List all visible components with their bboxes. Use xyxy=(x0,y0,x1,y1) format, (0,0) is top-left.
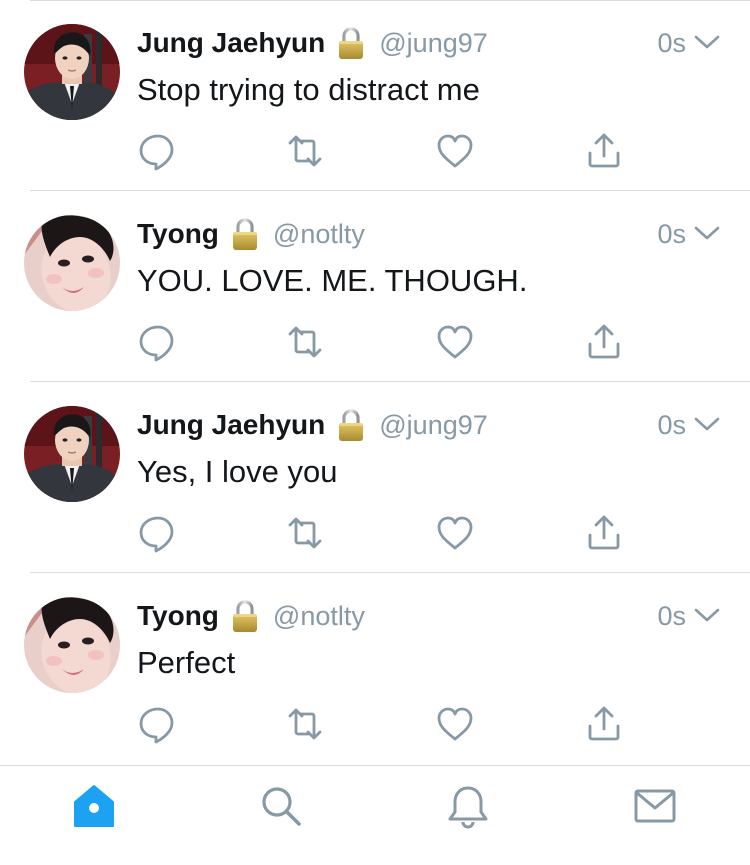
timeline[interactable]: Jung Jaehyun @jung97 0s Stop trying to d… xyxy=(0,0,750,765)
share-button[interactable] xyxy=(584,324,624,364)
handle[interactable]: @notlty xyxy=(273,601,365,632)
like-button[interactable] xyxy=(435,133,475,173)
like-button[interactable] xyxy=(435,515,475,555)
reply-button[interactable] xyxy=(136,706,176,746)
lock-icon xyxy=(231,599,259,633)
reply-icon xyxy=(136,322,176,367)
search-icon xyxy=(257,782,305,835)
chevron-down-icon[interactable] xyxy=(694,225,720,241)
share-button[interactable] xyxy=(584,133,624,173)
retweet-button[interactable] xyxy=(285,515,325,555)
lock-icon xyxy=(337,26,365,60)
tab-notifications[interactable] xyxy=(444,784,492,832)
timestamp: 0s xyxy=(657,28,686,58)
like-icon xyxy=(435,704,475,749)
lock-icon xyxy=(231,217,259,251)
chevron-down-icon[interactable] xyxy=(694,416,720,432)
tweet-header: Jung Jaehyun @jung97 xyxy=(137,406,488,444)
display-name[interactable]: Tyong xyxy=(137,218,219,250)
tweet-text: Stop trying to distract me xyxy=(137,72,480,107)
display-name[interactable]: Tyong xyxy=(137,600,219,632)
twitter-app: Jung Jaehyun @jung97 0s Stop trying to d… xyxy=(0,0,750,865)
reply-button[interactable] xyxy=(136,515,176,555)
tweet[interactable]: Tyong @notlty 0s YOU. LOVE. ME. THOUGH. xyxy=(0,191,750,382)
handle[interactable]: @jung97 xyxy=(379,410,488,441)
retweet-button[interactable] xyxy=(285,133,325,173)
chevron-down-icon[interactable] xyxy=(694,34,720,50)
like-icon xyxy=(435,513,475,558)
display-name[interactable]: Jung Jaehyun xyxy=(137,409,325,441)
tweet-header: Tyong @notlty xyxy=(137,215,365,253)
retweet-icon xyxy=(285,513,325,558)
home-icon xyxy=(70,782,118,835)
tweet-text: YOU. LOVE. ME. THOUGH. xyxy=(137,263,528,298)
tweet-text: Yes, I love you xyxy=(137,454,338,489)
like-icon xyxy=(435,131,475,176)
tab-search[interactable] xyxy=(257,784,305,832)
chevron-down-icon[interactable] xyxy=(694,607,720,623)
like-button[interactable] xyxy=(435,324,475,364)
display-name[interactable]: Jung Jaehyun xyxy=(137,27,325,59)
tweet[interactable]: Tyong @notlty 0s Perfect xyxy=(0,573,750,764)
share-button[interactable] xyxy=(584,706,624,746)
retweet-button[interactable] xyxy=(285,324,325,364)
tweet[interactable]: Jung Jaehyun @jung97 0s Stop trying to d… xyxy=(0,0,750,191)
tweet-text: Perfect xyxy=(137,645,236,680)
messages-icon xyxy=(631,782,679,835)
timestamp: 0s xyxy=(657,410,686,440)
lock-icon xyxy=(337,408,365,442)
reply-button[interactable] xyxy=(136,133,176,173)
like-button[interactable] xyxy=(435,706,475,746)
avatar[interactable] xyxy=(24,597,120,693)
retweet-icon xyxy=(285,322,325,367)
handle[interactable]: @jung97 xyxy=(379,28,488,59)
share-icon xyxy=(584,513,624,558)
share-button[interactable] xyxy=(584,515,624,555)
timestamp: 0s xyxy=(657,219,686,249)
notifications-icon xyxy=(444,782,492,835)
tweet[interactable]: Jung Jaehyun @jung97 0s Yes, I love you xyxy=(0,382,750,573)
tab-bar xyxy=(0,765,750,865)
reply-icon xyxy=(136,131,176,176)
share-icon xyxy=(584,322,624,367)
retweet-button[interactable] xyxy=(285,706,325,746)
retweet-icon xyxy=(285,704,325,749)
share-icon xyxy=(584,704,624,749)
share-icon xyxy=(584,131,624,176)
reply-icon xyxy=(136,704,176,749)
like-icon xyxy=(435,322,475,367)
reply-button[interactable] xyxy=(136,324,176,364)
tweet-header: Tyong @notlty xyxy=(137,597,365,635)
reply-icon xyxy=(136,513,176,558)
tab-messages[interactable] xyxy=(631,784,679,832)
avatar[interactable] xyxy=(24,215,120,311)
tab-home[interactable] xyxy=(70,784,118,832)
tweet-header: Jung Jaehyun @jung97 xyxy=(137,24,488,62)
avatar[interactable] xyxy=(24,406,120,502)
timestamp: 0s xyxy=(657,601,686,631)
retweet-icon xyxy=(285,131,325,176)
handle[interactable]: @notlty xyxy=(273,219,365,250)
avatar[interactable] xyxy=(24,24,120,120)
